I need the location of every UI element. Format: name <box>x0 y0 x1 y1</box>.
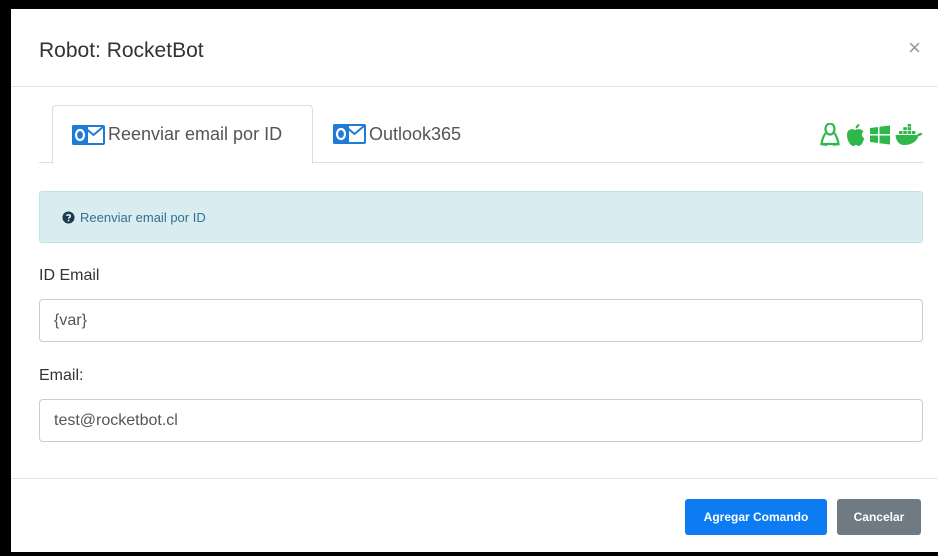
modal-header: Robot: RocketBot × <box>11 9 938 87</box>
tab-reenviar-email-label: Reenviar email por ID <box>108 124 283 144</box>
add-command-button[interactable]: Agregar Comando <box>685 499 827 535</box>
outlook-icon <box>71 122 105 148</box>
email-input[interactable] <box>39 399 923 442</box>
cancel-button[interactable]: Cancelar <box>837 499 921 535</box>
modal-title: Robot: RocketBot <box>39 39 204 62</box>
tab-outlook365[interactable]: Outlook365 <box>332 105 461 163</box>
linux-icon <box>819 123 841 147</box>
info-alert: Reenviar email por ID <box>39 191 923 243</box>
modal-footer: Agregar Comando Cancelar <box>11 478 938 552</box>
tab-bar: Reenviar email por ID Outlook365 <box>39 105 923 164</box>
alert-text: Reenviar email por ID <box>80 209 206 225</box>
docker-icon <box>895 124 923 146</box>
apple-icon <box>845 123 865 147</box>
outlook-icon <box>332 121 366 147</box>
tab-reenviar-email[interactable]: Reenviar email por ID <box>52 105 313 164</box>
email-label: Email: <box>39 367 84 384</box>
robot-modal: Robot: RocketBot × Reenviar email por ID <box>11 9 938 552</box>
close-button[interactable]: × <box>908 37 921 59</box>
windows-icon <box>869 124 891 146</box>
os-compatibility-icons <box>819 123 923 147</box>
tab-outlook365-label: Outlook365 <box>369 123 462 144</box>
question-circle-icon <box>62 210 75 224</box>
id-email-input[interactable] <box>39 299 923 342</box>
id-email-label: ID Email <box>39 267 100 284</box>
